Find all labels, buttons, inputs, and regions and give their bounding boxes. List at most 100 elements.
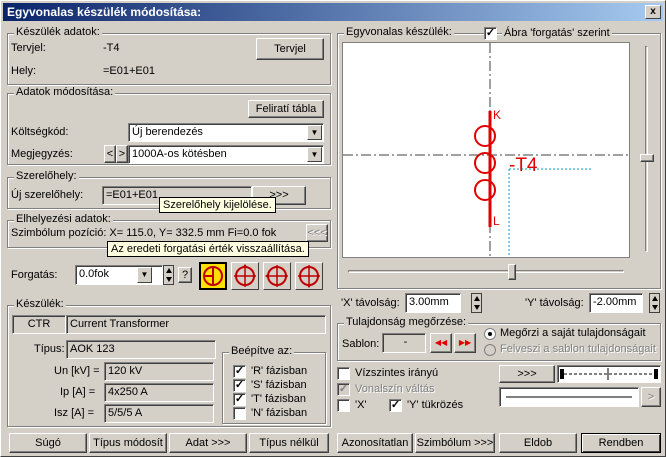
vizszintes-checkbox[interactable] xyxy=(337,367,350,380)
sablon-next-button[interactable]: ▶▶ xyxy=(454,333,476,353)
forgatas-spinner[interactable] xyxy=(163,265,174,285)
vonalszin-checkbox[interactable]: ✓ xyxy=(337,383,350,396)
close-button[interactable]: x xyxy=(645,5,661,19)
group-beepitve: Beépítve az: ✓ 'R' fázisban ✓ 'S' fázisb… xyxy=(222,345,326,424)
symbol-position-text: Szimbólum pozíció: X= 115.0, Y= 332.5 mm… xyxy=(11,227,277,239)
forgatas-value: 0.0fok xyxy=(79,268,109,280)
tervjel-button[interactable]: Tervjel xyxy=(256,38,324,60)
device-name: Current Transformer xyxy=(66,315,326,334)
un-value: 120 kV xyxy=(104,362,214,381)
chevron-down-icon[interactable]: ▼ xyxy=(307,147,322,162)
y-tavolsag-spinner[interactable] xyxy=(649,293,660,313)
hely-label: Hely: xyxy=(11,65,37,77)
ip-value: 4x250 A xyxy=(104,383,214,402)
isz-value: 5/5/5 A xyxy=(104,404,214,423)
x-tavolsag-label: 'X' távolság: xyxy=(341,297,400,309)
phase-r-label: 'R' fázisban xyxy=(251,365,308,377)
vertical-zoom-slider[interactable] xyxy=(636,42,656,258)
horizontal-slider-thumb[interactable] xyxy=(508,264,516,280)
x-tavolsag-input[interactable]: 3.00mm xyxy=(405,293,461,313)
koltsegkod-select[interactable]: Új berendezés ▼ xyxy=(128,123,324,142)
phase-s-label: 'S' fázisban xyxy=(251,379,307,391)
legend-adatok-modositasa: Adatok módosítása: xyxy=(14,86,116,98)
tipus-modosit-button[interactable]: Típus módosít xyxy=(89,433,167,453)
phase-n-label: 'N' fázisban xyxy=(251,407,308,419)
l-label: L xyxy=(493,214,500,228)
phase-n-checkbox[interactable] xyxy=(233,407,246,420)
legend-keszulek-adatok: Készülék adatok: xyxy=(14,26,102,38)
szimbolum-button[interactable]: Szimbólum >>> xyxy=(415,433,495,453)
reset-rotation-button[interactable]: <<< xyxy=(306,224,328,242)
horizontal-zoom-slider[interactable] xyxy=(344,262,628,284)
koltsegkod-value: Új berendezés xyxy=(132,126,203,138)
abra-forgatas-checkbox[interactable]: ✓ xyxy=(484,27,497,40)
sablon-value: - xyxy=(382,333,426,353)
y-tavolsag-input[interactable]: -2.00mm xyxy=(589,293,643,313)
isz-label: Isz [A] = xyxy=(54,407,95,419)
megjegyzes-select[interactable]: 1000A-os kötésben ▼ xyxy=(128,145,324,164)
rendben-button[interactable]: Rendben xyxy=(581,433,661,453)
window-title: Egyvonalas készülék módosítása: xyxy=(7,5,202,19)
k-label: K xyxy=(493,108,501,122)
megorzi-radio[interactable] xyxy=(484,328,496,340)
y-tukor-checkbox[interactable]: ✓ xyxy=(389,399,402,412)
felveszi-radio[interactable] xyxy=(484,344,496,356)
line-arrow-button[interactable]: > xyxy=(641,387,661,407)
chevron-down-icon[interactable]: ▼ xyxy=(137,267,152,283)
phase-t-label: 'T' fázisban xyxy=(251,393,306,405)
tervjel-value: -T4 xyxy=(103,42,120,54)
phase-s-checkbox[interactable]: ✓ xyxy=(233,379,246,392)
forgatas-select[interactable]: 0.0fok ▼ xyxy=(75,265,163,285)
group-keszulek-adatok: Készülék adatok: Tervjel: -T4 Hely: =E01… xyxy=(7,26,331,85)
rotate-270-icon[interactable] xyxy=(295,262,323,290)
megorzi-label: Megőrzi a saját tulajdonságait xyxy=(500,327,646,339)
ip-label: Ip [A] = xyxy=(60,386,96,398)
group-tulajdonsag: Tulajdonság megőrzése: Sablon: - ◀◀ ▶▶ M… xyxy=(337,316,661,361)
adat-button[interactable]: Adat >>> xyxy=(169,433,247,453)
tipus-nelkul-button[interactable]: Típus nélkül xyxy=(249,433,329,453)
sablon-prev-button[interactable]: ◀◀ xyxy=(430,333,452,353)
rotate-180-icon[interactable] xyxy=(263,262,291,290)
abra-forgatas-label: Ábra 'forgatás' szerint xyxy=(502,27,612,39)
x-tukor-label: 'X' xyxy=(355,399,367,411)
group-keszulek: Készülék: CTR Current Transformer Típus:… xyxy=(7,298,331,427)
legend-szerelohely: Szerelőhely: xyxy=(14,170,79,182)
x-tavolsag-spinner[interactable] xyxy=(471,293,482,313)
vertical-slider-thumb[interactable] xyxy=(640,154,654,162)
rotation-tooltip: Az eredeti forgatási érték visszaállítás… xyxy=(107,241,309,257)
help-button[interactable]: ? xyxy=(178,267,192,283)
megjegyzes-next-button[interactable]: > xyxy=(116,145,128,163)
line-style-preview xyxy=(557,365,661,383)
legend-keszulek: Készülék: xyxy=(14,298,66,310)
phase-t-checkbox[interactable]: ✓ xyxy=(233,393,246,406)
vizszintes-label: Vízszintes irányú xyxy=(355,367,439,379)
felirati-tabla-button[interactable]: Feliratí tábla xyxy=(248,100,324,118)
legend-preview: Egyvonalas készülék: xyxy=(344,26,454,38)
un-label: Un [kV] = xyxy=(54,365,100,377)
hely-value: =E01+E01 xyxy=(103,65,155,77)
koltsegkod-label: Költségkód: xyxy=(11,126,69,138)
device-code: CTR xyxy=(12,315,66,334)
x-tukor-checkbox[interactable] xyxy=(337,399,350,412)
eldob-button[interactable]: Eldob xyxy=(499,433,577,453)
rotate-0-icon[interactable] xyxy=(199,262,227,290)
sablon-label: Sablon: xyxy=(342,338,380,350)
megjegyzes-prev-button[interactable]: < xyxy=(104,145,116,163)
azonositatlan-button[interactable]: Azonosítatlan xyxy=(337,433,413,453)
line-style-button[interactable]: >>> xyxy=(499,365,555,383)
line-preview-field xyxy=(499,387,639,407)
szerelohely-tooltip: Szerelőhely kijelölése. xyxy=(159,197,276,213)
tipus-value: AOK 123 xyxy=(66,340,216,359)
vonalszin-label: Vonalszín váltás xyxy=(355,383,435,395)
megjegyzes-label: Megjegyzés: xyxy=(11,148,73,160)
rotate-90-icon[interactable] xyxy=(231,262,259,290)
tipus-label: Típus: xyxy=(34,343,65,355)
phase-r-checkbox[interactable]: ✓ xyxy=(233,365,246,378)
megjegyzes-value: 1000A-os kötésben xyxy=(132,148,227,160)
legend-beepitve: Beépítve az: xyxy=(229,345,295,357)
chevron-down-icon[interactable]: ▼ xyxy=(307,125,322,140)
title-bar: Egyvonalas készülék módosítása: x xyxy=(3,3,663,21)
sugo-button[interactable]: Súgó xyxy=(9,433,87,453)
uj-szerelohely-label: Új szerelőhely: xyxy=(11,189,84,201)
preview-canvas: K L -T4 xyxy=(342,42,630,258)
